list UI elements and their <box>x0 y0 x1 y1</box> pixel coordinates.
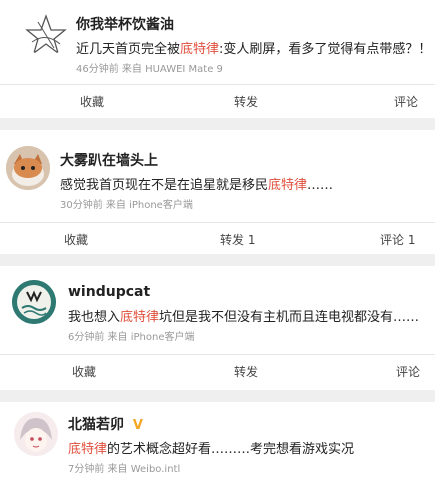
avatar[interactable] <box>14 412 58 456</box>
post-text: 感觉我首页现在不是在追星就是移民底特律…… <box>60 178 334 193</box>
hashtag-link[interactable]: 底特律 <box>68 442 107 457</box>
username[interactable]: 你我举杯饮酱油 <box>76 14 174 34</box>
avatar[interactable] <box>6 146 50 190</box>
comment-button[interactable]: 评论 <box>394 85 418 119</box>
cat-photo-avatar-icon <box>6 146 50 190</box>
post-2: 大雾趴在墙头上 感觉我首页现在不是在追星就是移民底特律…… 30分钟前 来自 i… <box>0 130 435 254</box>
repost-button[interactable]: 转发 <box>234 85 258 119</box>
post-text: 我也想入底特律坑但是我不但没有主机而且连电视都没有…… <box>68 310 420 325</box>
repost-button[interactable]: 转发 1 <box>220 223 255 257</box>
post-1: 你我举杯饮酱油 近几天首页完全被底特律:变人刷屏，看多了觉得有点带感？！ 46分… <box>0 0 435 118</box>
favorite-button[interactable]: 收藏 <box>72 355 96 389</box>
avatar[interactable] <box>24 12 68 56</box>
hashtag-link[interactable]: 底特律 <box>120 310 159 325</box>
post-meta: 46分钟前 来自 HUAWEI Mate 9 <box>76 64 223 75</box>
avatar[interactable] <box>12 280 56 324</box>
action-bar: 收藏 转发 评论 <box>0 354 435 389</box>
post-meta: 30分钟前 来自 iPhone客户端 <box>60 200 193 211</box>
comment-button[interactable]: 评论 1 <box>380 223 415 257</box>
favorite-button[interactable]: 收藏 <box>64 223 88 257</box>
windupcat-avatar-icon <box>12 280 56 324</box>
hashtag-link[interactable]: 底特律 <box>180 42 219 57</box>
hashtag-link[interactable]: 底特律 <box>268 178 307 193</box>
comment-button[interactable]: 评论 <box>396 355 420 389</box>
action-bar: 收藏 转发 评论 <box>0 84 435 119</box>
action-bar: 收藏 转发 1 评论 1 <box>0 222 435 257</box>
post-meta: 7分钟前 来自 Weibo.intl <box>68 464 181 475</box>
post-text: 近几天首页完全被底特律:变人刷屏，看多了觉得有点带感？！ <box>76 42 428 57</box>
divider <box>0 118 435 130</box>
divider <box>0 254 435 266</box>
post-3: windupcat 我也想入底特律坑但是我不但没有主机而且连电视都没有…… 6分… <box>0 266 435 390</box>
username[interactable]: 大雾趴在墙头上 <box>60 150 158 170</box>
anime-girl-avatar-icon <box>14 412 58 456</box>
divider <box>0 390 435 402</box>
post-meta: 6分钟前 来自 iPhone客户端 <box>68 332 195 343</box>
post-text: 底特律的艺术概念超好看………考完想看游戏实况 <box>68 442 355 457</box>
username[interactable]: windupcat <box>68 284 150 300</box>
post-4: 北猫若卯 V 底特律的艺术概念超好看………考完想看游戏实况 7分钟前 来自 We… <box>0 402 435 484</box>
sketch-star-avatar-icon <box>25 14 67 55</box>
verified-badge-icon: V <box>132 418 143 433</box>
favorite-button[interactable]: 收藏 <box>80 85 104 119</box>
username[interactable]: 北猫若卯 V <box>68 414 143 434</box>
repost-button[interactable]: 转发 <box>234 355 258 389</box>
